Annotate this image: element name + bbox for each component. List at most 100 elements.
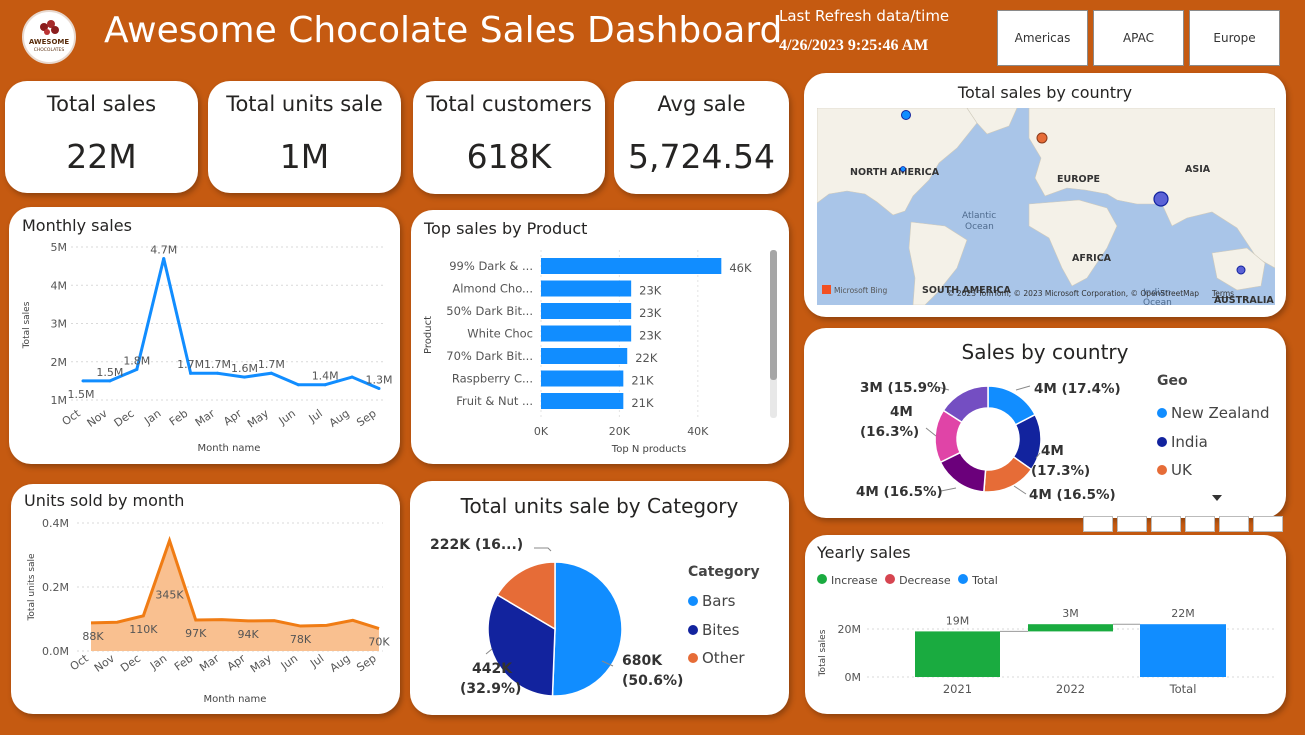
x-tick-label: Jan: [141, 407, 163, 428]
data-label: 46K: [729, 261, 752, 275]
data-point: [323, 383, 327, 387]
legend-item[interactable]: UK: [1157, 456, 1270, 485]
kpi-total-customers[interactable]: Total customers 618K: [413, 81, 605, 194]
units-by-month-card[interactable]: Units sold by month 0.0M 0.2M 0.4M 88K 110K…: [11, 484, 400, 714]
data-label: 1.5M: [96, 366, 123, 379]
data-label: 22M: [1171, 607, 1195, 620]
svg-text:Atlantic: Atlantic: [962, 211, 996, 221]
bar: [541, 303, 632, 319]
bar: [541, 280, 632, 297]
page-title: Awesome Chocolate Sales Dashboard: [104, 10, 783, 51]
map-terms-link[interactable]: Terms: [1211, 289, 1234, 298]
data-point: [242, 375, 246, 379]
legend-item[interactable]: India: [1157, 428, 1270, 457]
x-tick-label: 0K: [534, 425, 549, 438]
data-point: [216, 371, 220, 375]
kpi-label: Total customers: [426, 92, 592, 116]
bar: [1028, 624, 1113, 632]
svg-text:Ocean: Ocean: [965, 222, 994, 232]
x-tick-label: Sep: [354, 407, 378, 430]
legend-scroll-down-icon[interactable]: [1211, 494, 1223, 502]
map-attribution: © 2023 TomTom, © 2023 Microsoft Corporat…: [947, 289, 1199, 298]
y-tick-label: 4M: [51, 279, 68, 292]
x-tick-label: 2022: [1056, 682, 1085, 696]
data-label: 1.6M: [231, 362, 258, 375]
sales-by-country-card[interactable]: Sales by country 4M (17.4%) 4M (17.3%) 4M…: [804, 328, 1286, 518]
data-label: 97K: [185, 627, 207, 640]
x-axis-title: Top N products: [611, 444, 686, 455]
country-bubble-uk[interactable]: [1036, 132, 1048, 144]
y-tick-label: Raspberry C...: [452, 372, 533, 386]
map-card[interactable]: Total sales by country NORTH AMERICA EUR…: [804, 73, 1286, 317]
units-by-category-card[interactable]: Total units sale by Category 222K (16...…: [410, 481, 789, 715]
x-tick-label: Jul: [307, 652, 326, 671]
data-label: 23K: [639, 329, 662, 343]
logo-line2: CHOCOLATES: [34, 47, 65, 53]
top-products-chart: 99% Dark & ... 46K Almond Cho... 23K 50% Dar…: [423, 250, 777, 455]
data-label: 88K: [82, 630, 104, 643]
country-bubble-australia[interactable]: [1236, 265, 1246, 275]
legend-item[interactable]: Bites: [688, 616, 745, 645]
yearly-sales-card[interactable]: Yearly sales Increase Decrease Total 0M 2…: [805, 535, 1286, 714]
region-button-americas[interactable]: Americas: [997, 10, 1088, 66]
y-axis-title: Product: [423, 316, 434, 354]
region-button-europe[interactable]: Europe: [1189, 10, 1280, 66]
data-label: 23K: [639, 306, 662, 320]
kpi-value: 22M: [66, 137, 137, 176]
legend-item[interactable]: New Zealand: [1157, 399, 1270, 428]
logo-line1: AWESOME: [29, 38, 70, 46]
edit-icon[interactable]: [1185, 516, 1215, 532]
kpi-avg-sale[interactable]: Avg sale 5,724.54: [614, 81, 789, 194]
kpi-label: Avg sale: [657, 92, 746, 116]
x-tick-label: Mar: [197, 652, 222, 675]
x-axis-title: Month name: [198, 443, 261, 454]
legend: Bars Bites Other: [688, 587, 745, 673]
data-label: 1.4M: [312, 370, 339, 383]
bar: [541, 393, 624, 409]
x-tick-label: Oct: [60, 406, 84, 428]
y-tick-label: 0M: [845, 671, 862, 684]
country-bubble-canada[interactable]: [901, 110, 911, 120]
scrollbar-thumb[interactable]: [770, 250, 777, 380]
legend: New Zealand India UK: [1157, 399, 1270, 485]
x-tick-label: Jan: [147, 652, 169, 673]
units-line: [90, 535, 380, 631]
data-label: 3M: [1062, 607, 1079, 620]
kpi-total-sales[interactable]: Total sales 22M: [5, 81, 198, 193]
focus-mode-icon[interactable]: [1219, 516, 1249, 532]
y-tick-label: 20M: [838, 623, 862, 636]
y-tick-label: Fruit & Nut ...: [456, 394, 533, 408]
legend-title: Geo: [1157, 373, 1188, 389]
map-label: AFRICA: [1072, 253, 1112, 264]
x-tick-label: Aug: [327, 407, 352, 430]
data-label: 78K: [290, 633, 312, 646]
data-label: 19M: [946, 614, 970, 627]
monthly-sales-card[interactable]: Monthly sales 1M 2M 3M 4M 5M 1.5M 1.5M 1.8M 4.7…: [9, 207, 400, 464]
data-label: 1.7M: [177, 358, 204, 371]
country-bubble-usa[interactable]: [900, 166, 906, 172]
legend-item[interactable]: Other: [688, 644, 745, 673]
chocolate-logo-icon: AWESOME CHOCOLATES: [29, 20, 70, 53]
x-tick-label: Oct: [68, 651, 92, 673]
legend-item[interactable]: Bars: [688, 587, 745, 616]
y-tick-label: 5M: [51, 241, 68, 254]
data-label: 345K: [155, 589, 184, 602]
data-point: [296, 383, 300, 387]
x-tick-label: Nov: [92, 652, 117, 675]
slice-label: 4M (16.5%): [856, 484, 943, 500]
filter-icon[interactable]: [1151, 516, 1181, 532]
x-tick-label: 40K: [687, 425, 709, 438]
more-options-icon[interactable]: [1253, 516, 1283, 532]
y-tick-label: 99% Dark & ...: [449, 259, 533, 273]
top-products-card[interactable]: Top sales by Product 99% Dark & ... 46K Al…: [411, 210, 789, 464]
region-button-apac[interactable]: APAC: [1093, 10, 1184, 66]
copy-icon[interactable]: [1117, 516, 1147, 532]
monthly-sales-chart: 1M2M3M4M5M 1.5M1.5M1.8M4.7M1.7M 1.7M 1.6M 1…: [22, 241, 392, 454]
kpi-value: 618K: [466, 137, 552, 176]
world-map[interactable]: NORTH AMERICA EUROPE ASIA AFRICA SOUTH A…: [817, 108, 1275, 305]
kpi-total-units[interactable]: Total units sale 1M: [208, 81, 401, 193]
x-tick-label: 2021: [943, 682, 972, 696]
country-bubble-india[interactable]: [1153, 191, 1169, 207]
pin-icon[interactable]: [1083, 516, 1113, 532]
legend-title: Category: [688, 564, 760, 580]
